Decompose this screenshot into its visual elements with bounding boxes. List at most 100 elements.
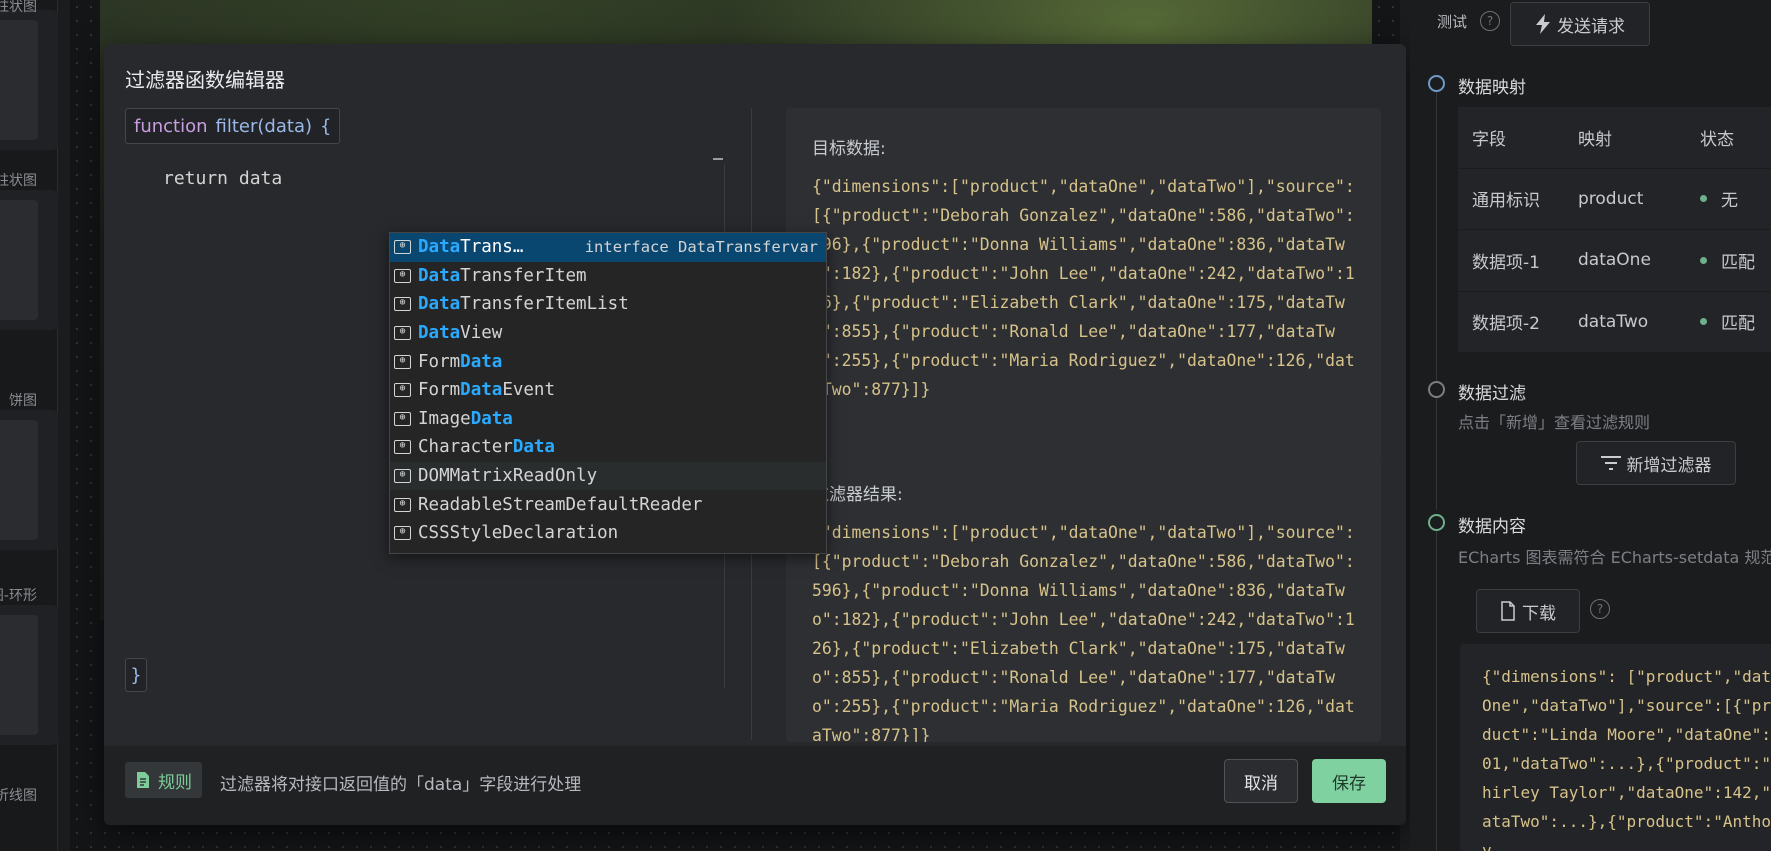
help-icon[interactable]: ? — [1590, 599, 1610, 619]
variable-icon: ⊕ — [394, 469, 411, 484]
suggestion-label: DataTrans… — [418, 237, 524, 258]
code-line[interactable]: return data — [163, 168, 282, 189]
row-status: 匹配 — [1700, 309, 1771, 334]
row-map: product — [1578, 188, 1644, 209]
chart-thumbnail-sidebar: 柱状图 柱状图 饼图 饼图-环形 折线图 — [0, 0, 58, 851]
mapping-table: 字段 映射 状态 通用标识 product 无 数据项-1 dataOne 匹配… — [1458, 107, 1771, 353]
rule-description: 过滤器将对接口返回值的「data」字段进行处理 — [220, 775, 582, 795]
step-connector — [1436, 92, 1437, 382]
suggestion-label: FormDataEvent — [418, 380, 555, 401]
variable-icon: ⊕ — [394, 440, 411, 455]
step-indicator — [1428, 75, 1445, 92]
suggestion-item[interactable]: ⊕ DataTransferItemList — [390, 290, 826, 319]
send-request-label: 发送请求 — [1557, 16, 1625, 37]
autocomplete-dropdown: ⊕ DataTrans… interface DataTransfervar ⊕… — [389, 232, 827, 554]
download-button[interactable]: 下载 — [1476, 589, 1580, 633]
chart-thumbnail[interactable] — [0, 605, 58, 745]
cancel-button[interactable]: 取消 — [1224, 759, 1298, 803]
status-text: 匹配 — [1721, 314, 1755, 335]
editor-scroll-marker — [713, 158, 723, 160]
suggestion-label: FormData — [418, 351, 503, 372]
content-title: 数据内容 — [1458, 517, 1526, 537]
filter-title: 数据过滤 — [1458, 384, 1526, 404]
thumbnail-label: 饼图 — [9, 393, 37, 409]
suggestion-label: CharacterData — [418, 437, 555, 458]
suggestion-item[interactable]: ⊕ ReadableStreamDefaultReader — [390, 490, 826, 519]
step-indicator — [1428, 381, 1445, 398]
thumbnail-label: 柱状图 — [0, 173, 37, 189]
thumbnail-label: 柱状图 — [0, 0, 37, 15]
modal-footer: 规则 过滤器将对接口返回值的「data」字段进行处理 取消 保存 — [104, 746, 1406, 825]
lightning-icon — [1536, 14, 1550, 34]
variable-icon: ⊕ — [394, 383, 411, 398]
suggestion-item[interactable]: ⊕ FormData — [390, 347, 826, 376]
table-header: 字段 映射 状态 — [1458, 107, 1771, 169]
filter-result-card: 过滤器结果: {"dimensions":["product","dataOne… — [786, 454, 1381, 742]
suggestion-label: DataTransferItemList — [418, 294, 629, 315]
suggestion-item[interactable]: ⊕ ImageData — [390, 405, 826, 434]
filter-description: 点击「新增」查看过滤规则 — [1458, 413, 1651, 432]
function-keyword: function — [134, 115, 208, 137]
row-map: dataOne — [1578, 250, 1651, 271]
function-name: filter(data) — [215, 115, 312, 137]
function-signature: function filter(data) { — [125, 108, 341, 144]
row-status: 匹配 — [1700, 248, 1771, 273]
variable-icon: ⊕ — [394, 268, 411, 283]
send-request-button[interactable]: 发送请求 — [1510, 2, 1650, 46]
step-connector — [1436, 530, 1437, 851]
close-brace: } — [125, 658, 147, 692]
rule-tag: 规则 — [125, 762, 202, 798]
rule-label: 规则 — [158, 772, 192, 793]
chart-thumbnail[interactable] — [0, 410, 58, 550]
suggestion-item[interactable]: ⊕ FormDataEvent — [390, 376, 826, 405]
variable-icon: ⊕ — [394, 526, 411, 541]
step-connector — [1436, 398, 1437, 510]
row-field: 数据项-2 — [1472, 314, 1540, 335]
variable-icon: ⊕ — [394, 326, 411, 341]
thumbnail-label: 折线图 — [0, 788, 37, 804]
add-filter-button[interactable]: 新增过滤器 — [1576, 441, 1736, 485]
suggestion-item[interactable]: ⊕ DOMMatrixReadOnly — [390, 461, 826, 491]
chart-thumbnail[interactable] — [0, 190, 58, 330]
suggestion-label: ReadableStreamDefaultReader — [418, 494, 703, 515]
modal-title: 过滤器函数编辑器 — [125, 68, 285, 92]
suggestion-label: ImageData — [418, 408, 513, 429]
variable-icon: ⊕ — [394, 411, 411, 426]
target-data-json: {"dimensions":["product","dataOne","data… — [812, 177, 1355, 399]
status-text: 无 — [1721, 191, 1738, 212]
open-brace: { — [320, 115, 332, 137]
suggestion-detail: interface DataTransfervar — [584, 238, 818, 257]
header-status: 状态 — [1700, 129, 1734, 150]
status-dot — [1700, 318, 1707, 326]
variable-icon: ⊕ — [394, 497, 411, 512]
variable-icon: ⊕ — [394, 297, 411, 312]
table-row: 数据项-2 dataTwo 匹配 — [1458, 291, 1771, 353]
help-icon[interactable]: ? — [1480, 11, 1500, 31]
thumbnail-label: 饼图-环形 — [0, 588, 37, 604]
test-label: 测试 — [1437, 13, 1468, 31]
save-button[interactable]: 保存 — [1312, 759, 1386, 803]
suggestion-item[interactable]: ⊕ DataView — [390, 319, 826, 348]
suggestion-item[interactable]: ⊕ DataTrans… interface DataTransfervar — [390, 233, 826, 262]
data-content-json: {"dimensions": ["product","dataOne","dat… — [1460, 644, 1771, 851]
status-text: 匹配 — [1721, 252, 1755, 273]
suggestion-item[interactable]: ⊕ CharacterData — [390, 433, 826, 462]
filter-icon — [1600, 456, 1621, 470]
row-map: dataTwo — [1578, 311, 1649, 332]
download-label: 下载 — [1522, 603, 1556, 624]
file-icon — [1501, 601, 1515, 621]
status-dot — [1700, 256, 1707, 264]
table-row: 数据项-1 dataOne 匹配 — [1458, 230, 1771, 292]
document-icon — [137, 772, 149, 788]
row-field: 数据项-1 — [1472, 252, 1540, 273]
suggestion-label: CSSStyleDeclaration — [418, 523, 619, 544]
row-status: 无 — [1700, 186, 1771, 211]
mapping-title: 数据映射 — [1458, 78, 1526, 98]
variable-icon: ⊕ — [394, 240, 411, 255]
suggestion-item[interactable]: ⊕ CSSStyleDeclaration — [390, 519, 826, 548]
step-indicator — [1428, 514, 1445, 531]
chart-thumbnail[interactable] — [0, 10, 58, 150]
header-field: 字段 — [1472, 129, 1506, 150]
target-data-card: 目标数据: {"dimensions":["product","dataOne"… — [786, 108, 1381, 475]
suggestion-item[interactable]: ⊕ DataTransferItem — [390, 262, 826, 291]
